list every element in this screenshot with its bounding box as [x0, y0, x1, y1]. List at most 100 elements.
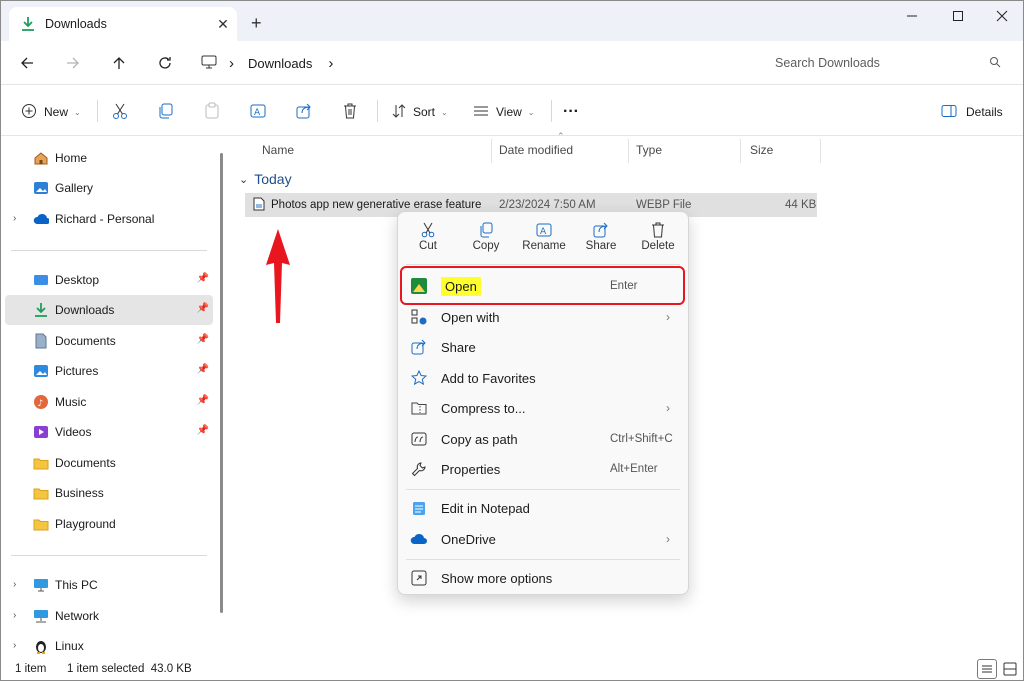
details-button[interactable]: Details	[941, 98, 1003, 126]
minimize-button[interactable]	[889, 1, 935, 31]
close-window-button[interactable]	[979, 1, 1023, 31]
file-icon	[253, 197, 265, 214]
folder-icon	[33, 516, 49, 532]
selection-info: 1 item selected 43.0 KB	[67, 663, 192, 675]
file-type: WEBP File	[636, 199, 692, 211]
sidebar-item-label: Desktop	[55, 273, 100, 287]
group-header-today[interactable]: ⌄ Today	[239, 171, 292, 187]
menu-item-add-to-favorites[interactable]: Add to Favorites	[402, 363, 684, 393]
sidebar-item-label: Network	[55, 609, 100, 623]
details-view-icon[interactable]	[977, 659, 997, 679]
title-bar: Downloads ✕ +	[1, 1, 1023, 41]
sidebar-item-business[interactable]: Business	[5, 478, 213, 508]
menu-item-show-more-options[interactable]: Show more options	[402, 563, 684, 593]
chevron-right-icon: ›	[666, 401, 670, 415]
share-icon	[295, 102, 313, 123]
navigation-pane: Home Gallery › Richard - Personal Deskto…	[1, 137, 223, 657]
share-button[interactable]	[295, 98, 313, 126]
sidebar-item-label: Music	[55, 395, 87, 409]
gallery-icon	[33, 180, 49, 196]
paste-button[interactable]	[203, 98, 221, 126]
pin-icon: 📌	[196, 395, 209, 406]
up-button[interactable]	[105, 49, 133, 77]
menu-rename-button[interactable]: A Rename	[518, 220, 570, 264]
divider	[820, 139, 821, 163]
forward-button[interactable]	[59, 49, 87, 77]
menu-item-compress[interactable]: Compress to... ›	[402, 393, 684, 423]
more-options-button[interactable]: ···	[563, 98, 579, 126]
sidebar-item-onedrive[interactable]: Richard - Personal	[5, 204, 213, 234]
breadcrumb[interactable]: › Downloads ›	[201, 49, 731, 77]
sidebar-item-pictures[interactable]: Pictures 📌	[5, 356, 213, 386]
trash-icon	[341, 102, 359, 123]
pin-icon: 📌	[196, 334, 209, 345]
menu-item-open-with[interactable]: Open with ›	[402, 302, 684, 332]
annotation-highlight-box	[400, 266, 685, 305]
menu-item-edit-in-notepad[interactable]: Edit in Notepad	[402, 493, 684, 523]
divider	[11, 555, 207, 556]
folder-icon	[33, 485, 49, 501]
menu-share-button[interactable]: Share	[575, 220, 627, 264]
new-button[interactable]: New ⌄	[21, 98, 81, 126]
new-tab-button[interactable]: +	[251, 13, 262, 34]
sidebar-item-gallery[interactable]: Gallery	[5, 173, 213, 203]
sidebar-item-desktop[interactable]: Desktop 📌	[5, 265, 213, 295]
sidebar-item-videos[interactable]: Videos 📌	[5, 417, 213, 447]
details-pane-icon	[941, 104, 957, 121]
pin-icon: 📌	[196, 303, 209, 314]
desktop-icon	[33, 272, 49, 288]
view-button[interactable]: View ⌄	[473, 98, 535, 126]
tiles-view-icon[interactable]	[1003, 662, 1017, 679]
sidebar-item-music[interactable]: ♪ Music 📌	[5, 387, 213, 417]
column-header-type[interactable]: Type	[636, 143, 662, 157]
menu-rename-label: Rename	[522, 240, 566, 252]
chevron-down-icon: ⌄	[74, 107, 81, 117]
maximize-button[interactable]	[935, 1, 981, 31]
menu-item-share[interactable]: Share	[402, 332, 684, 362]
menu-item-copy-as-path[interactable]: Copy as path Ctrl+Shift+C	[402, 424, 684, 454]
divider	[740, 139, 741, 163]
menu-item-onedrive[interactable]: OneDrive ›	[402, 524, 684, 554]
sidebar-item-network[interactable]: Network	[5, 601, 213, 631]
menu-item-label: Copy as path	[441, 431, 518, 447]
delete-button[interactable]	[341, 98, 359, 126]
expand-icon	[410, 569, 428, 587]
tab-downloads[interactable]: Downloads ✕	[9, 7, 237, 41]
sidebar-item-documents[interactable]: Documents 📌	[5, 326, 213, 356]
divider	[377, 100, 378, 122]
copy-icon	[478, 220, 494, 240]
column-header-date[interactable]: Date modified	[499, 143, 573, 157]
menu-delete-button[interactable]: Delete	[632, 220, 684, 264]
scissors-icon	[420, 220, 436, 240]
menu-cut-button[interactable]: Cut	[402, 220, 454, 264]
breadcrumb-downloads[interactable]: Downloads	[248, 56, 312, 71]
open-with-icon	[410, 308, 428, 326]
sidebar-item-downloads[interactable]: Downloads 📌	[5, 295, 213, 325]
rename-button[interactable]: A	[249, 98, 267, 126]
search-input[interactable]: Search Downloads	[763, 49, 1013, 77]
back-button[interactable]	[13, 49, 41, 77]
copy-button[interactable]	[157, 98, 175, 126]
cut-button[interactable]	[111, 98, 129, 126]
column-header-name[interactable]: Name	[262, 143, 294, 157]
svg-text:A: A	[254, 108, 261, 118]
column-header-size[interactable]: Size	[750, 143, 773, 157]
menu-copy-button[interactable]: Copy	[460, 220, 512, 264]
download-icon	[19, 15, 37, 33]
sidebar-item-label: This PC	[55, 578, 98, 592]
menu-item-properties[interactable]: Properties Alt+Enter	[402, 454, 684, 484]
sidebar-item-label: Home	[55, 151, 88, 165]
divider	[406, 559, 680, 560]
sidebar-item-this-pc[interactable]: This PC	[5, 570, 213, 600]
sidebar-item-label: Business	[55, 486, 104, 500]
command-bar: New ⌄ A Sort ⌄ View ⌄ ··· Details	[1, 86, 1023, 136]
refresh-button[interactable]	[151, 49, 179, 77]
trash-icon	[650, 220, 666, 240]
sidebar-item-documents-folder[interactable]: Documents	[5, 448, 213, 478]
tab-close-button[interactable]: ✕	[209, 16, 237, 33]
sidebar-item-home[interactable]: Home	[5, 143, 213, 173]
divider	[406, 489, 680, 490]
sidebar-item-playground[interactable]: Playground	[5, 509, 213, 539]
sort-button[interactable]: Sort ⌄	[391, 98, 448, 126]
sidebar-scrollbar[interactable]	[220, 153, 223, 613]
